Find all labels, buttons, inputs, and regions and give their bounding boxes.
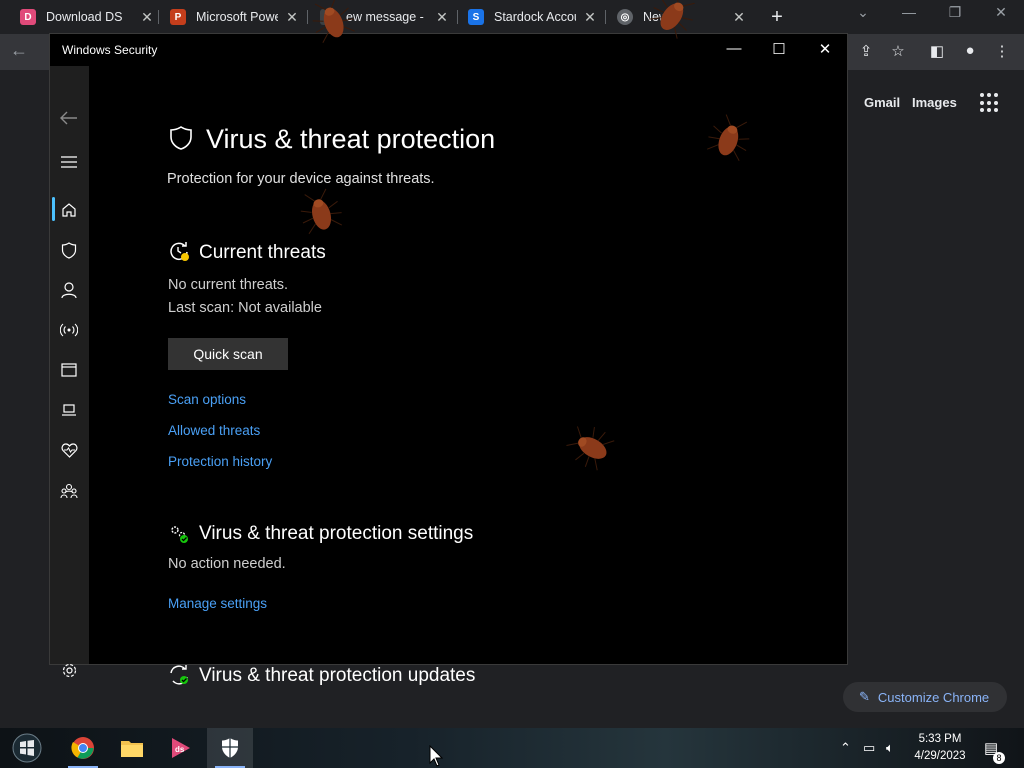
close-icon[interactable]: ✕ <box>284 9 300 26</box>
gmail-link[interactable]: Gmail <box>864 95 900 110</box>
volume-icon[interactable]: 🔈︎ <box>886 740 894 756</box>
home-icon[interactable] <box>58 199 80 221</box>
chrome-favicon-icon: ◎ <box>617 9 633 25</box>
manage-settings-link[interactable]: Manage settings <box>168 596 267 611</box>
svg-text:ds: ds <box>175 745 185 754</box>
minimize-button[interactable]: — <box>720 40 748 57</box>
account-icon[interactable] <box>58 279 80 301</box>
chevron-down-icon[interactable]: ⌄ <box>848 4 878 21</box>
scan-options-link[interactable]: Scan options <box>168 392 246 407</box>
browser-tab[interactable]: D Download DS ✕ <box>20 4 155 30</box>
nav-selection-indicator <box>52 197 55 221</box>
firewall-icon[interactable] <box>58 319 80 341</box>
tab-title: Download DS <box>46 10 123 24</box>
close-icon[interactable]: ✕ <box>731 9 747 26</box>
last-scan-text: Last scan: Not available <box>168 300 322 316</box>
tab-separator <box>457 10 458 24</box>
threat-status-text: No current threats. <box>168 277 289 293</box>
sidebar-nav <box>50 66 89 677</box>
browser-tab[interactable]: P Microsoft Powe ✕ <box>170 4 300 30</box>
ds-favicon-icon: D <box>20 9 36 25</box>
close-icon[interactable]: ✕ <box>986 4 1016 21</box>
settings-icon[interactable] <box>58 659 80 681</box>
back-arrow-icon[interactable]: ← <box>10 40 28 61</box>
device-security-icon[interactable] <box>58 399 80 421</box>
allowed-threats-link[interactable]: Allowed threats <box>168 423 260 438</box>
mouse-cursor-icon <box>429 745 443 767</box>
images-link[interactable]: Images <box>912 95 957 110</box>
customize-chrome-label: Customize Chrome <box>877 689 990 705</box>
desktop-screen: D Download DS ✕ P Microsoft Powe ✕ M ew … <box>0 0 1024 768</box>
maximize-button[interactable]: ☐ <box>765 40 793 58</box>
threat-scan-icon <box>168 240 190 262</box>
page-title: Virus & threat protection <box>206 124 496 154</box>
browser-tabstrip: D Download DS ✕ P Microsoft Powe ✕ M ew … <box>0 0 1024 34</box>
quick-scan-button[interactable]: Quick scan <box>168 338 288 370</box>
profile-icon[interactable]: ● <box>960 42 980 59</box>
back-icon[interactable] <box>58 107 80 129</box>
updates-icon <box>168 664 190 686</box>
protection-settings-title: Virus & threat protection settings <box>199 523 474 544</box>
sidepanel-icon[interactable]: ◧ <box>927 42 947 60</box>
share-icon[interactable]: ⇪ <box>856 42 876 60</box>
tab-title: Microsoft Powe <box>196 10 278 24</box>
app-browser-icon[interactable] <box>58 359 80 381</box>
customize-chrome-button[interactable]: ✎ Customize Chrome <box>843 682 1007 712</box>
browser-tab[interactable]: S Stardock Accou ✕ <box>468 4 598 30</box>
current-threats-title: Current threats <box>199 242 326 263</box>
protection-history-link[interactable]: Protection history <box>168 454 272 469</box>
kebab-menu-icon[interactable]: ⋮ <box>992 42 1012 60</box>
close-icon[interactable]: ✕ <box>139 9 155 26</box>
protection-updates-title: Virus & threat protection updates <box>199 665 476 686</box>
ds-app-icon[interactable]: ds <box>158 728 204 768</box>
menu-icon[interactable] <box>58 151 80 173</box>
powerpoint-favicon-icon: P <box>170 9 186 25</box>
settings-gears-icon <box>168 523 190 545</box>
start-icon[interactable] <box>4 728 50 768</box>
file-explorer-icon[interactable] <box>109 728 155 768</box>
close-button[interactable]: ✕ <box>811 40 839 58</box>
notification-count-badge: 8 <box>993 752 1005 764</box>
windows-security-icon[interactable] <box>207 728 253 768</box>
pencil-icon: ✎ <box>859 689 870 704</box>
tab-title: Stardock Accou <box>494 10 576 24</box>
window-title: Windows Security <box>62 43 158 57</box>
chrome-icon[interactable] <box>60 728 106 768</box>
tab-separator <box>605 10 606 24</box>
star-icon[interactable]: ☆ <box>888 42 908 60</box>
close-icon[interactable]: ✕ <box>434 9 450 26</box>
tab-title: ew message - <box>346 10 424 24</box>
network-icon[interactable]: ▭ <box>863 740 875 756</box>
shield-icon <box>168 125 194 151</box>
google-apps-icon[interactable] <box>980 93 1000 113</box>
clock-date[interactable]: 4/29/2023 <box>912 750 968 762</box>
tab-separator <box>158 10 159 24</box>
clock-time[interactable]: 5:33 PM <box>912 733 968 745</box>
close-icon[interactable]: ✕ <box>582 9 598 26</box>
restore-icon[interactable]: ❐ <box>940 4 970 21</box>
page-subtitle: Protection for your device against threa… <box>167 171 435 187</box>
health-icon[interactable] <box>58 439 80 461</box>
new-tab-button[interactable]: + <box>768 6 786 29</box>
shield-icon[interactable] <box>58 239 80 261</box>
stardock-favicon-icon: S <box>468 9 484 25</box>
window-titlebar[interactable]: Windows Security — ☐ ✕ <box>50 34 847 66</box>
family-icon[interactable] <box>58 480 80 502</box>
settings-status-text: No action needed. <box>168 556 286 572</box>
chevron-up-icon[interactable]: ⌃ <box>840 740 851 756</box>
minimize-icon[interactable]: — <box>894 4 924 20</box>
